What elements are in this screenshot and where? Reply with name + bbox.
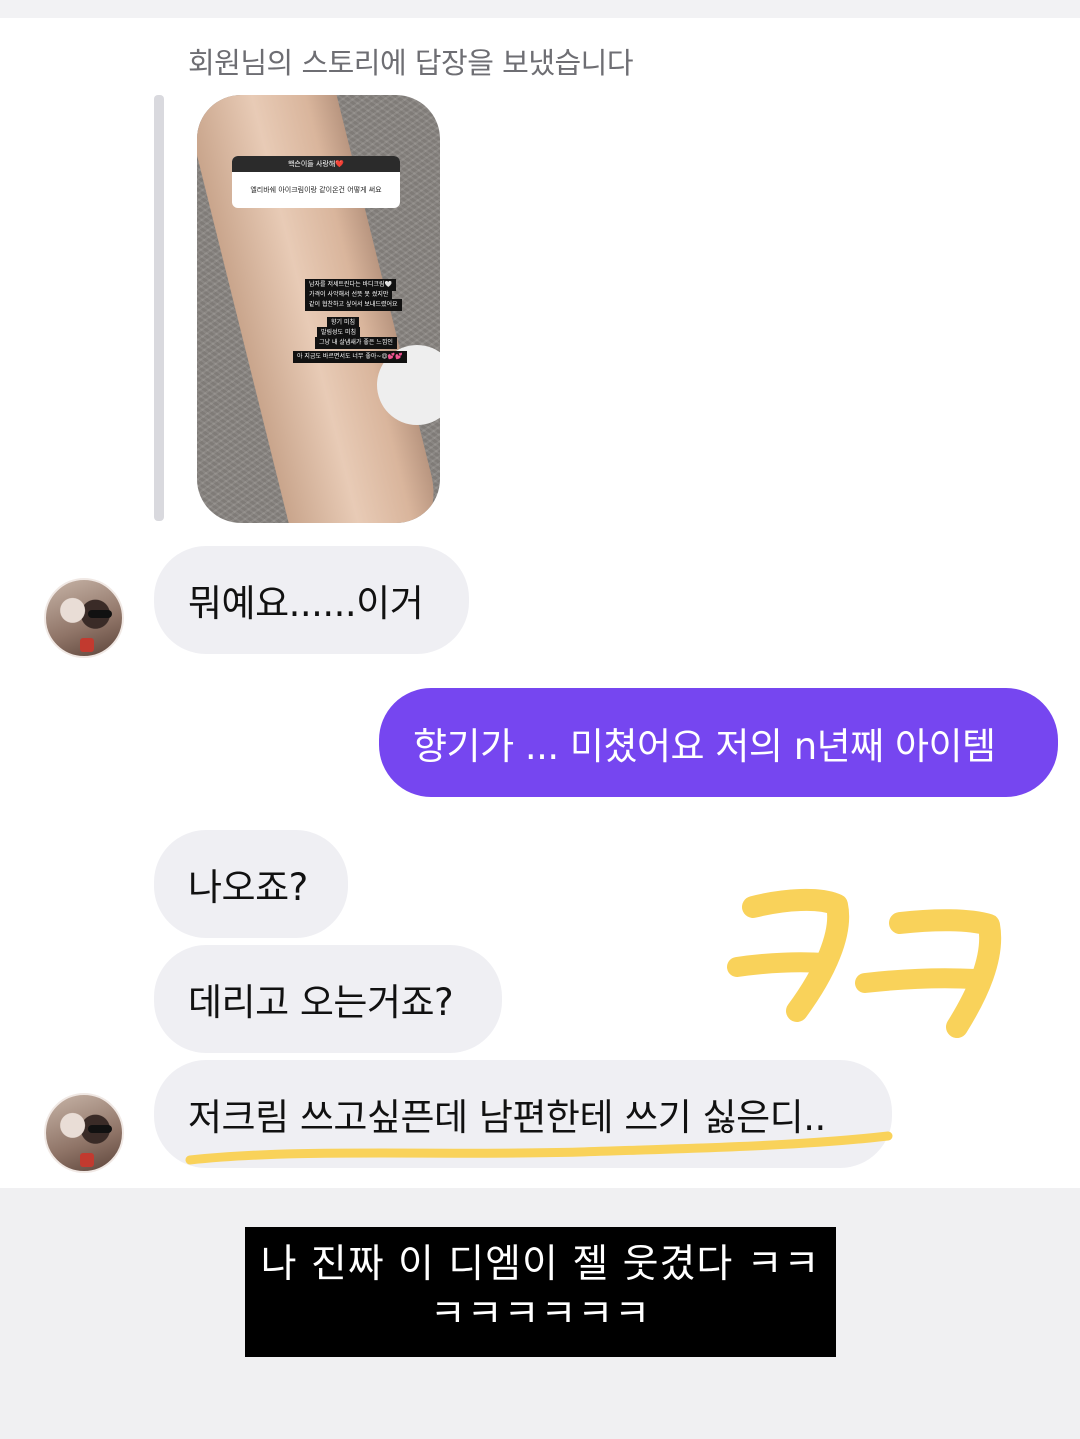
underline-highlight [185, 1131, 893, 1165]
overlay-caption: 나 진짜 이 디엠이 젤 웃겼다 ㅋㅋ ㅋㅋㅋㅋㅋㅋ [245, 1227, 836, 1357]
avatar-sunglasses [88, 1125, 112, 1133]
avatar-sunglasses [88, 610, 112, 618]
story-text-line: 아 지금도 바르면서도 너무 좋아~😍💕💕 [293, 351, 407, 363]
message-bubble-incoming[interactable]: 나오죠? [154, 830, 348, 938]
avatar[interactable] [44, 1093, 124, 1173]
avatar-cup [80, 638, 94, 652]
overlay-caption-line: ㅋㅋㅋㅋㅋㅋ [429, 1292, 652, 1337]
message-bubble-incoming[interactable]: 데리고 오는거죠? [154, 945, 502, 1053]
story-text-line: 그냥 내 살냄새가 좋은 느낌인 [315, 337, 397, 349]
overlay-caption-line: 나 진짜 이 디엠이 젤 웃겼다 ㅋㅋ [260, 1242, 821, 1287]
story-text-line: 같이 협찬하고 싶어서 보내드렸어요 [305, 299, 402, 311]
avatar[interactable] [44, 578, 124, 658]
message-bubble-incoming[interactable]: 뭐예요......이거 [154, 546, 469, 654]
story-question-text: 엘리바쉐 아이크림이랑 같이온건 어떻게 써요 [250, 186, 382, 194]
message-bubble-outgoing[interactable]: 향기가 ... 미쳤어요 저의 n년째 아이템 [379, 688, 1058, 797]
reply-quote-bar [154, 95, 164, 521]
top-strip [0, 0, 1080, 18]
story-question-box: 핵슨이들 사랑해❤️ 엘리바쉐 아이크림이랑 같이온건 어떻게 써요 [232, 156, 400, 208]
story-reply-caption: 회원님의 스토리에 답장을 보냈습니다 [188, 46, 634, 80]
laughing-doodle-icon [727, 888, 1002, 1038]
avatar-cup [80, 1153, 94, 1167]
story-thumbnail[interactable]: 핵슨이들 사랑해❤️ 엘리바쉐 아이크림이랑 같이온건 어떻게 써요 남자를 저… [197, 95, 440, 523]
story-question-header: 핵슨이들 사랑해❤️ [232, 156, 400, 172]
